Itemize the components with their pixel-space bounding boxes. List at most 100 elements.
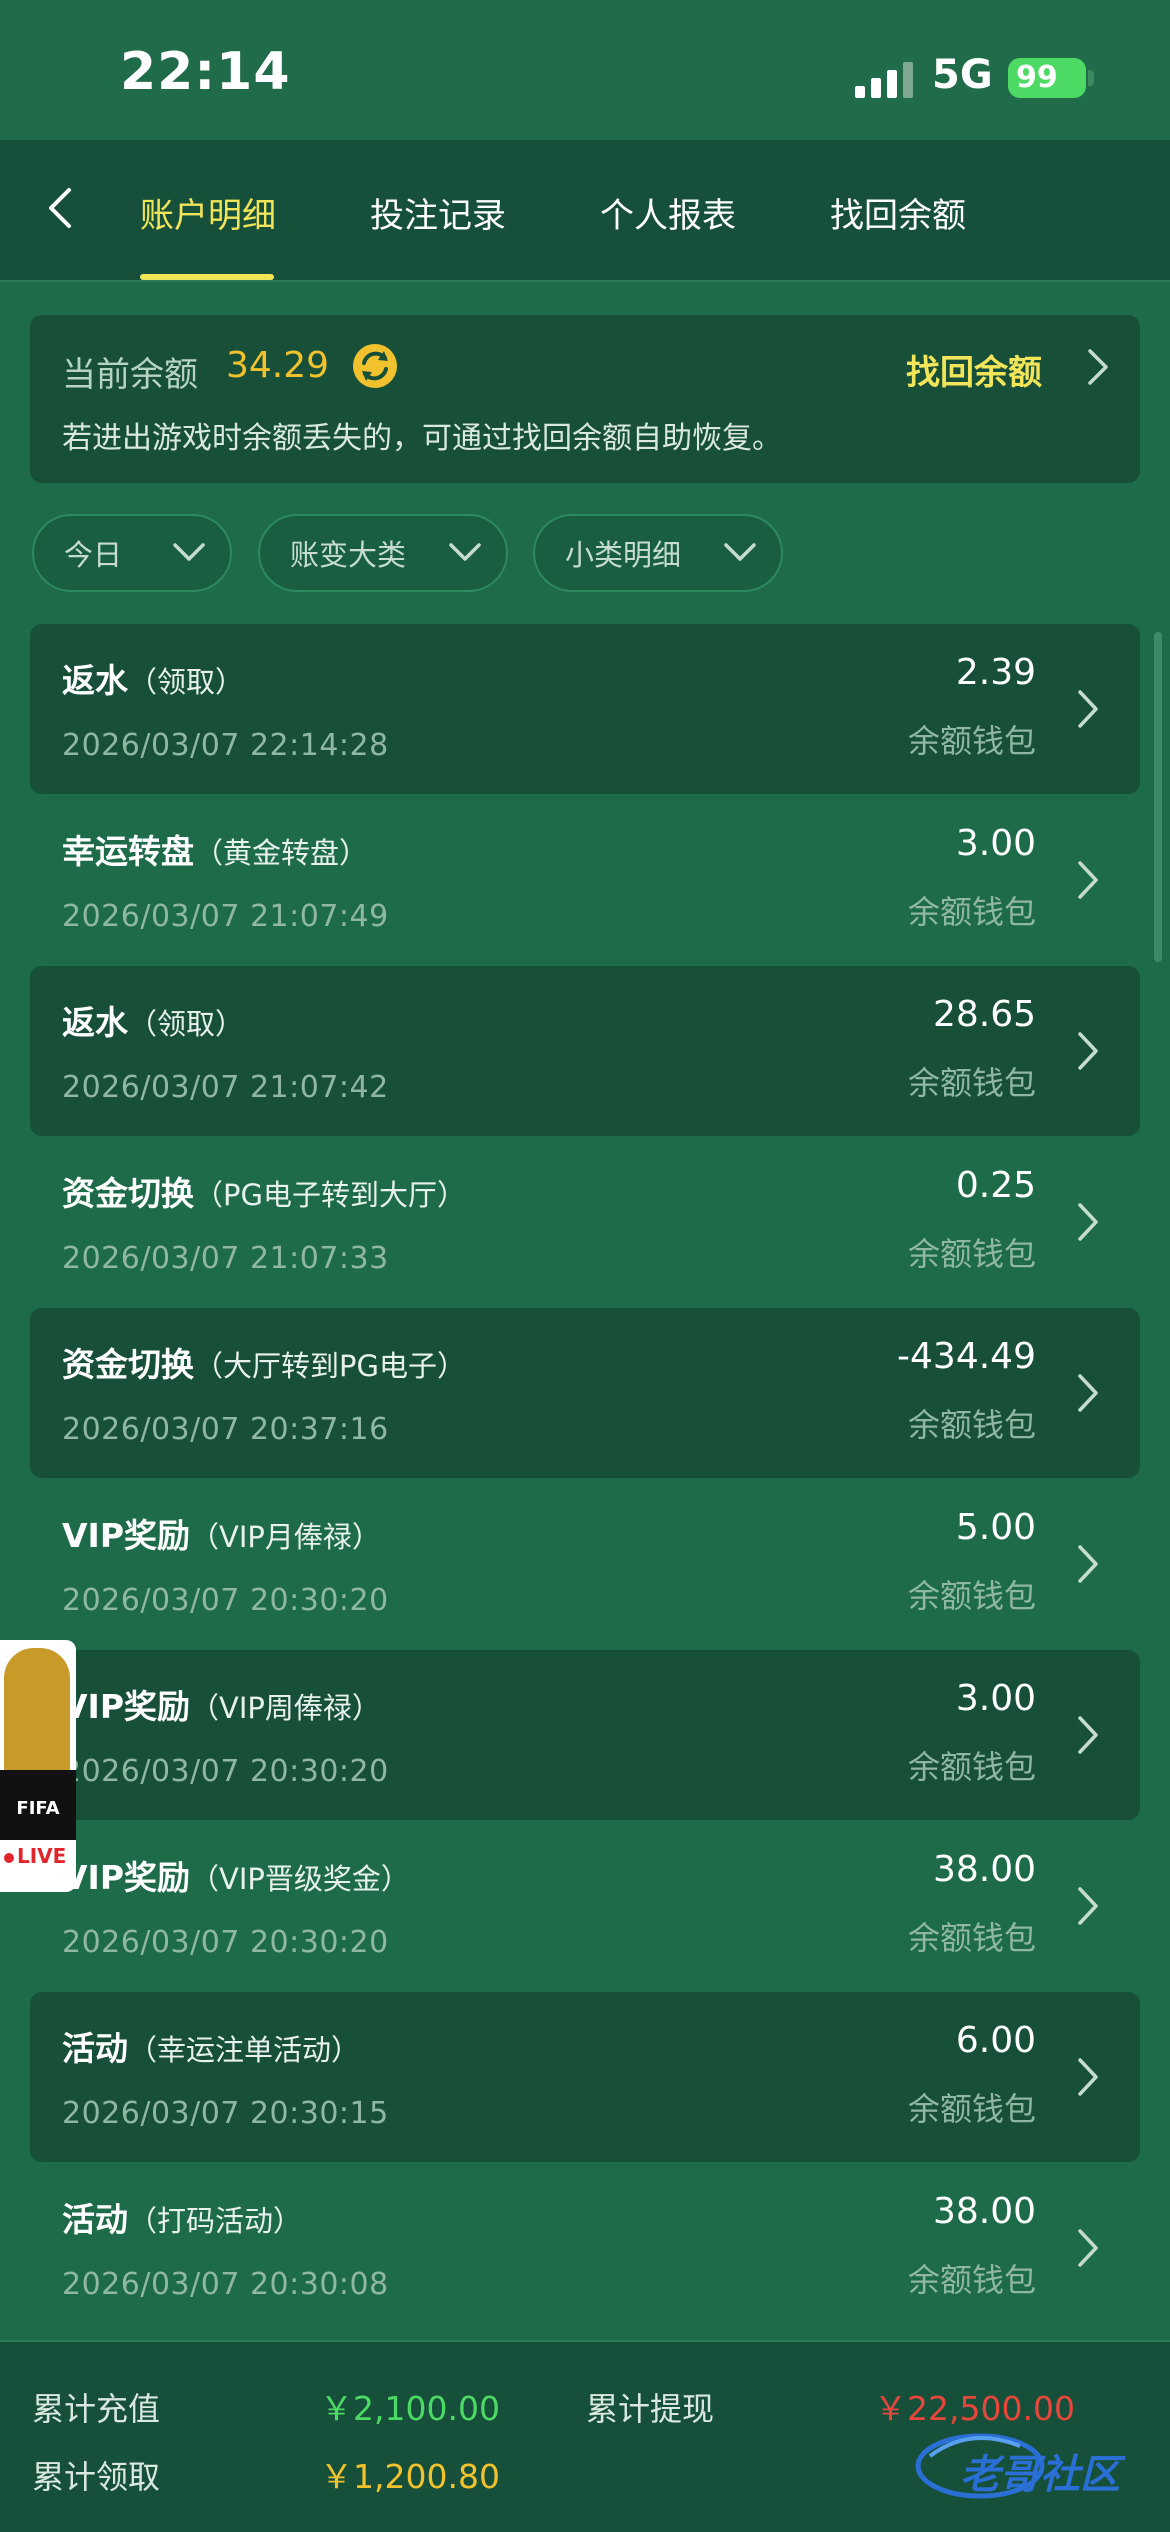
live-dot-icon: [4, 1852, 14, 1863]
recover-balance-link[interactable]: 找回余额: [906, 345, 1042, 394]
tab-recover-balance[interactable]: 找回余额: [830, 188, 966, 237]
live-text: LIVE: [17, 1844, 67, 1868]
active-tab-indicator: [140, 274, 274, 280]
scrollbar[interactable]: [1154, 632, 1162, 962]
list-item[interactable]: 幸运转盘（黄金转盘） 2026/03/07 21:07:49 3.00 余额钱包: [30, 795, 1140, 965]
list-item[interactable]: 活动（幸运注单活动） 2026/03/07 20:30:15 6.00 余额钱包: [30, 1992, 1140, 2162]
record-title: 活动（打码活动）: [62, 2200, 303, 2239]
record-amount: 3.00: [955, 1678, 1036, 1719]
record-title: VIP奖励（VIP月俸禄）: [62, 1516, 381, 1555]
battery-level: 99: [1016, 60, 1058, 95]
record-amount: 28.65: [932, 994, 1036, 1035]
record-time: 2026/03/07 21:07:33: [62, 1241, 389, 1276]
list-item[interactable]: VIP奖励（VIP月俸禄） 2026/03/07 20:30:20 5.00 余…: [30, 1479, 1140, 1649]
tab-bet-records[interactable]: 投注记录: [370, 188, 506, 237]
chevron-right-icon: [1078, 1374, 1098, 1412]
record-amount: 6.00: [955, 2020, 1036, 2061]
withdraw-label: 累计提现: [586, 2390, 715, 2428]
chevron-right-icon: [1078, 690, 1098, 728]
chevron-right-icon: [1078, 1887, 1098, 1925]
tab-personal-report[interactable]: 个人报表: [600, 188, 736, 237]
record-time: 2026/03/07 20:30:20: [62, 1754, 389, 1789]
chevron-right-icon: [1078, 1716, 1098, 1754]
record-wallet: 余额钱包: [907, 1919, 1036, 1957]
record-wallet: 余额钱包: [907, 1064, 1036, 1102]
status-bar: 22:14 5G 99: [0, 0, 1170, 140]
record-title: 幸运转盘（黄金转盘）: [62, 832, 369, 871]
record-amount: 0.25: [955, 1165, 1036, 1206]
chevron-right-icon: [1078, 1545, 1098, 1583]
battery-tip: [1088, 70, 1094, 86]
record-time: 2026/03/07 21:07:42: [62, 1070, 389, 1105]
record-wallet: 余额钱包: [907, 1577, 1036, 1615]
claim-label: 累计领取: [32, 2458, 161, 2496]
balance-amount: 34.29: [226, 345, 330, 386]
withdraw-value: ￥22,500.00: [874, 2389, 1075, 2428]
record-amount: 38.00: [932, 2191, 1036, 2232]
fifa-label: FIFA: [16, 1798, 60, 1819]
record-time: 2026/03/07 22:14:28: [62, 728, 389, 763]
record-wallet: 余额钱包: [907, 2261, 1036, 2299]
chevron-right-icon: [1078, 2229, 1098, 2267]
deposit-value: ￥2,100.00: [320, 2389, 500, 2428]
filter-category-label: 账变大类: [290, 538, 407, 572]
record-amount: 3.00: [955, 823, 1036, 864]
top-nav: 账户明细 投注记录 个人报表 找回余额: [0, 140, 1170, 282]
record-time: 2026/03/07 20:30:20: [62, 1925, 389, 1960]
signal-icon: [855, 62, 913, 98]
record-amount: 2.39: [955, 652, 1036, 693]
balance-card: 当前余额 34.29 找回余额 若进出游戏时余额丢失的，可通过找回余额自助恢复。: [30, 315, 1140, 483]
list-item[interactable]: 资金切换（PG电子转到大厅） 2026/03/07 21:07:33 0.25 …: [30, 1137, 1140, 1307]
watermark-text: 老哥社区: [960, 2452, 1120, 2498]
record-title: VIP奖励（VIP周俸禄）: [62, 1687, 381, 1726]
filter-subcategory[interactable]: 小类明细: [533, 514, 783, 592]
status-time: 22:14: [120, 42, 291, 102]
record-title: VIP奖励（VIP晋级奖金）: [62, 1858, 410, 1897]
record-title: 资金切换（大厅转到PG电子）: [62, 1345, 466, 1384]
network-label: 5G: [932, 52, 993, 98]
chevron-right-icon: [1078, 861, 1098, 899]
chevron-down-icon: [724, 543, 756, 561]
record-time: 2026/03/07 20:30:15: [62, 2096, 389, 2131]
record-wallet: 余额钱包: [907, 1406, 1036, 1444]
record-title: 资金切换（PG电子转到大厅）: [62, 1174, 466, 1213]
record-amount: -434.49: [897, 1336, 1036, 1377]
claim-value: ￥1,200.80: [320, 2457, 500, 2496]
chevron-left-icon: [49, 188, 71, 228]
chevron-right-icon: [1078, 1203, 1098, 1241]
record-wallet: 余额钱包: [907, 722, 1036, 760]
filter-subcategory-label: 小类明细: [565, 538, 682, 572]
record-time: 2026/03/07 20:37:16: [62, 1412, 389, 1447]
record-time: 2026/03/07 20:30:08: [62, 2267, 389, 2302]
filter-date-label: 今日: [64, 538, 123, 572]
record-title: 活动（幸运注单活动）: [62, 2029, 361, 2068]
chevron-down-icon: [449, 543, 481, 561]
record-wallet: 余额钱包: [907, 1235, 1036, 1273]
refresh-icon[interactable]: [350, 341, 400, 391]
list-item[interactable]: 返水（领取） 2026/03/07 21:07:42 28.65 余额钱包: [30, 966, 1140, 1136]
filter-category[interactable]: 账变大类: [258, 514, 508, 592]
list-item[interactable]: 返水（领取） 2026/03/07 22:14:28 2.39 余额钱包: [30, 624, 1140, 794]
list-item[interactable]: 资金切换（大厅转到PG电子） 2026/03/07 20:37:16 -434.…: [30, 1308, 1140, 1478]
list-item[interactable]: 活动（打码活动） 2026/03/07 20:30:08 38.00 余额钱包: [30, 2163, 1140, 2333]
record-time: 2026/03/07 20:30:20: [62, 1583, 389, 1618]
record-wallet: 余额钱包: [907, 893, 1036, 931]
tab-account-details[interactable]: 账户明细: [140, 188, 276, 237]
balance-label: 当前余额: [62, 355, 198, 395]
back-button[interactable]: [30, 178, 90, 238]
battery-icon: 99: [1008, 58, 1086, 98]
chevron-right-icon[interactable]: [1082, 345, 1112, 389]
filter-date[interactable]: 今日: [32, 514, 232, 592]
record-time: 2026/03/07 21:07:49: [62, 899, 389, 934]
chevron-right-icon: [1078, 2058, 1098, 2096]
record-amount: 5.00: [955, 1507, 1036, 1548]
record-wallet: 余额钱包: [907, 2090, 1036, 2128]
list-item[interactable]: VIP奖励（VIP周俸禄） 2026/03/07 20:30:20 3.00 余…: [30, 1650, 1140, 1820]
chevron-right-icon: [1078, 1032, 1098, 1070]
fifa-live-badge[interactable]: FIFA LIVE: [0, 1640, 76, 1892]
record-wallet: 余额钱包: [907, 1748, 1036, 1786]
live-label: LIVE: [4, 1844, 66, 1868]
list-item[interactable]: VIP奖励（VIP晋级奖金） 2026/03/07 20:30:20 38.00…: [30, 1821, 1140, 1991]
record-title: 返水（领取）: [62, 661, 245, 700]
deposit-label: 累计充值: [32, 2390, 161, 2428]
